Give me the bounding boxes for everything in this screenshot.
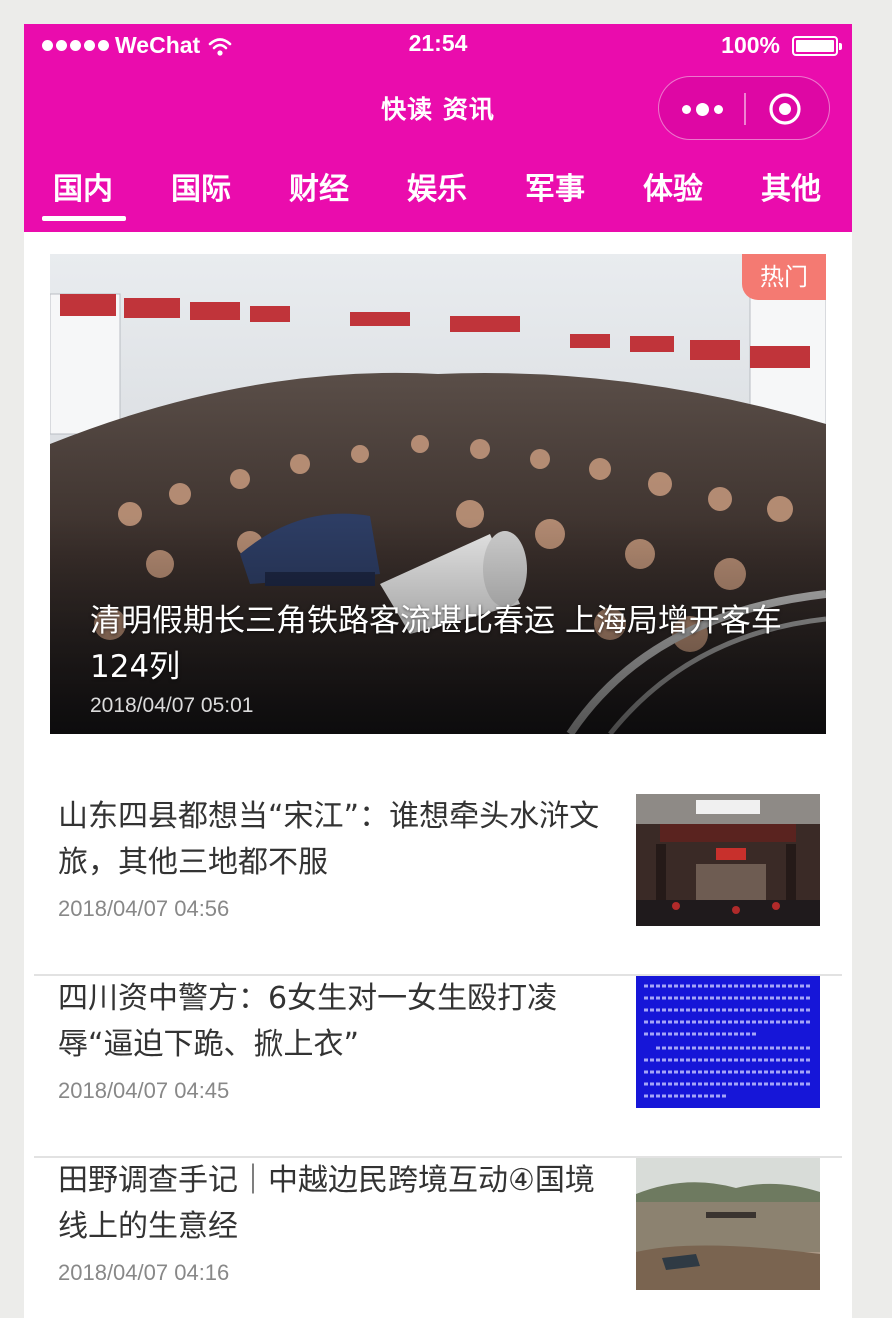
tab-other[interactable]: 其他 — [732, 164, 850, 208]
tab-domestic[interactable]: 国内 — [24, 164, 142, 208]
app-header: WeChat 21:54 100% 快读 资讯 国内 国际 财经 娱乐 军事 体… — [24, 24, 852, 232]
more-menu-icon[interactable] — [677, 95, 727, 123]
tab-experience[interactable]: 体验 — [614, 164, 732, 208]
news-title: 四川资中警方：6女生对一女生殴打凌辱“逼迫下跪、掀上衣” — [58, 981, 558, 1062]
news-title: 山东四县都想当“宋江”：谁想牵头水浒文旅，其他三地都不服 — [58, 799, 600, 880]
tab-entertainment[interactable]: 娱乐 — [378, 164, 496, 208]
hot-badge: 热门 — [742, 254, 826, 300]
status-bar: WeChat 21:54 100% — [24, 24, 852, 68]
close-miniprogram-icon[interactable] — [767, 91, 803, 127]
news-item[interactable]: 田野调查手记｜中越边民跨境互动④国境线上的生意经 2018/04/07 04:1… — [34, 1158, 842, 1318]
tab-finance[interactable]: 财经 — [260, 164, 378, 208]
featured-title: 清明假期长三角铁路客流堪比春运 上海局增开客车124列 — [90, 603, 782, 685]
news-title: 田野调查手记｜中越边民跨境互动④国境线上的生意经 — [58, 1163, 595, 1244]
tab-international[interactable]: 国际 — [142, 164, 260, 208]
news-thumbnail — [636, 794, 820, 926]
battery-icon — [792, 35, 842, 56]
featured-date: 2018/04/07 05:01 — [90, 694, 254, 717]
news-date: 2018/04/07 04:45 — [58, 1078, 230, 1103]
news-date: 2018/04/07 04:56 — [58, 896, 230, 921]
miniprogram-capsule — [658, 76, 830, 140]
active-tab-indicator — [42, 216, 126, 221]
category-tabs: 国内 国际 财经 娱乐 军事 体验 其他 — [24, 160, 852, 232]
tab-military[interactable]: 军事 — [496, 164, 614, 208]
phone-screen: WeChat 21:54 100% 快读 资讯 国内 国际 财经 娱乐 军事 体… — [24, 24, 852, 1318]
capsule-divider — [744, 93, 746, 125]
status-right: 100% — [721, 32, 842, 59]
battery-percent: 100% — [721, 32, 780, 58]
news-date: 2018/04/07 04:16 — [58, 1260, 230, 1285]
featured-article[interactable]: 热门 清明假期长三角铁路客流堪比春运 上海局增开客车124列 2018/04/0… — [50, 254, 826, 734]
news-item[interactable]: 四川资中警方：6女生对一女生殴打凌辱“逼迫下跪、掀上衣” 2018/04/07 … — [34, 976, 842, 1158]
news-thumbnail — [636, 1158, 820, 1290]
news-thumbnail — [636, 976, 820, 1108]
news-item[interactable]: 山东四县都想当“宋江”：谁想牵头水浒文旅，其他三地都不服 2018/04/07 … — [34, 794, 842, 976]
